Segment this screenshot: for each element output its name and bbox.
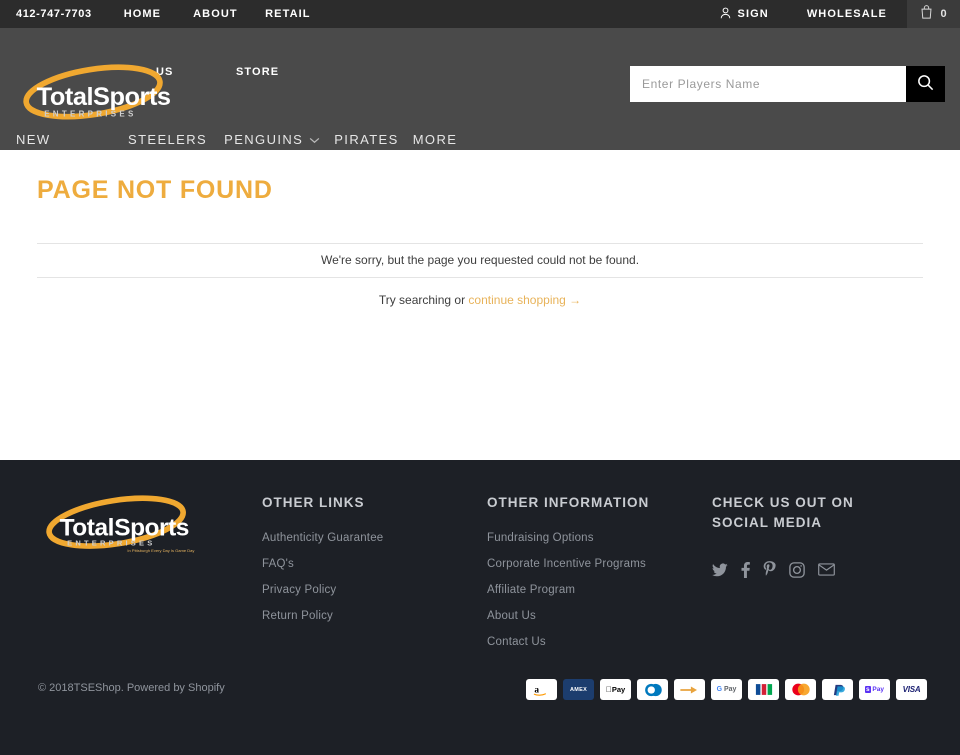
instagram-icon[interactable] [789, 561, 805, 578]
store-name-link[interactable]: TSEShop [74, 682, 121, 694]
sign-in-label: SIGN [737, 8, 769, 20]
footer-column-social: CHECK US OUT ON SOCIAL MEDIA [712, 493, 912, 578]
search-submit-button[interactable] [906, 66, 945, 102]
divider-top [37, 243, 923, 244]
footer-link-corporate-incentive-programs[interactable]: Corporate Incentive Programs [487, 558, 702, 570]
cart-count: 0 [940, 8, 947, 20]
svg-text:Total: Total [60, 514, 114, 541]
top-bar-right-links: SIGN WHOLESALE 0 [720, 0, 960, 28]
payment-icon-amazon: a [526, 679, 557, 700]
pinterest-icon[interactable] [763, 561, 776, 578]
footer-column-other-links: OTHER LINKS Authenticity Guarantee FAQ's… [262, 493, 462, 636]
cart-button[interactable]: 0 [907, 0, 960, 28]
payment-icon-discover [674, 679, 705, 700]
phone-number: 412-747-7703 [16, 8, 92, 20]
shopify-link[interactable]: Shopify [188, 682, 225, 694]
twitter-icon[interactable] [712, 563, 728, 577]
facebook-icon[interactable] [741, 561, 750, 578]
try-searching-text: Try searching or [378, 293, 469, 307]
nav-item-penguins[interactable]: PENGUINS [224, 132, 303, 148]
footer-link-privacy-policy[interactable]: Privacy Policy [262, 584, 462, 596]
main-content: PAGE NOT FOUND We're sorry, but the page… [0, 150, 960, 502]
payment-icon-visa: VISA [896, 679, 927, 700]
email-icon[interactable] [818, 563, 835, 576]
site-header: US STORE Total Sports ENTERPRISES NEW SI… [0, 28, 960, 163]
copyright-suffix: . Powered by [120, 682, 188, 694]
payment-icon-google-pay: G Pay [711, 679, 742, 700]
site-logo[interactable]: Total Sports ENTERPRISES [14, 60, 174, 122]
divider-bottom [37, 277, 923, 278]
footer-logo[interactable]: Total Sports ENTERPRISES In Pittsburgh E… [37, 492, 199, 556]
nav-item-steelers[interactable]: STEELERS [128, 132, 207, 148]
svg-text:In Pittsburgh Every Day Is Gam: In Pittsburgh Every Day Is Game Day [127, 548, 194, 553]
footer-social-title: CHECK US OUT ON SOCIAL MEDIA [712, 495, 854, 530]
search-input[interactable] [630, 66, 906, 102]
footer-link-return-policy[interactable]: Return Policy [262, 610, 462, 622]
user-icon [720, 7, 731, 22]
top-link-home[interactable]: HOME [124, 0, 161, 29]
top-bar-left-links: 412-747-7703 HOME ABOUT RETAIL [16, 0, 335, 28]
try-searching-line: Try searching or continue shopping → [0, 293, 960, 307]
footer-link-about-us[interactable]: About Us [487, 610, 702, 622]
payment-icon-mastercard [785, 679, 816, 700]
footer-link-fundraising-options[interactable]: Fundraising Options [487, 532, 702, 544]
header-search [630, 66, 945, 102]
payment-icon-amex: AMEX [563, 679, 594, 700]
footer-column-title: OTHER LINKS [262, 495, 365, 510]
search-icon [917, 74, 934, 94]
page-title: PAGE NOT FOUND [37, 176, 273, 204]
sign-in-link[interactable]: SIGN [720, 7, 769, 22]
continue-shopping-link[interactable]: continue shopping → [468, 293, 581, 307]
footer-link-faqs[interactable]: FAQ's [262, 558, 462, 570]
payment-icon-paypal [822, 679, 853, 700]
svg-text:ENTERPRISES: ENTERPRISES [44, 109, 136, 118]
nav-item-pirates[interactable]: PIRATES [334, 132, 398, 148]
copyright-text: © 2018TSEShop. Powered by Shopify [38, 682, 225, 694]
payment-methods-row: a AMEX Pay G Pay s Pay VISA [526, 679, 927, 700]
svg-text:Total: Total [37, 83, 93, 111]
shopping-bag-icon [920, 4, 933, 24]
footer-link-authenticity-guarantee[interactable]: Authenticity Guarantee [262, 532, 462, 544]
site-footer: Total Sports ENTERPRISES In Pittsburgh E… [0, 460, 960, 755]
payment-icon-shop-pay: s Pay [859, 679, 890, 700]
payment-icon-diners-club [637, 679, 668, 700]
top-link-retail-store[interactable]: RETAIL [265, 0, 335, 29]
error-message: We're sorry, but the page you requested … [320, 253, 640, 267]
footer-logo-graphic: Total Sports ENTERPRISES In Pittsburgh E… [46, 495, 194, 553]
svg-text:Sports: Sports [114, 514, 189, 541]
social-icon-row [712, 561, 912, 578]
top-link-retail-store-line2[interactable]: STORE [236, 66, 279, 78]
logo-graphic: Total Sports ENTERPRISES [23, 64, 171, 120]
svg-text:ENTERPRISES: ENTERPRISES [67, 539, 155, 548]
footer-link-contact-us[interactable]: Contact Us [487, 636, 702, 648]
footer-column-title: OTHER INFORMATION [487, 495, 650, 510]
copyright-year: © 2018 [38, 682, 74, 694]
svg-text:Sports: Sports [93, 83, 171, 111]
footer-column-other-information: OTHER INFORMATION Fundraising Options Co… [487, 493, 702, 662]
utility-top-bar: 412-747-7703 HOME ABOUT RETAIL SIGN WHOL… [0, 0, 960, 28]
chevron-down-icon[interactable] [309, 132, 320, 148]
payment-icon-apple-pay: Pay [600, 679, 631, 700]
wholesale-link[interactable]: WHOLESALE [807, 8, 887, 20]
footer-link-affiliate-program[interactable]: Affiliate Program [487, 584, 702, 596]
payment-icon-jcb [748, 679, 779, 700]
top-link-about-us[interactable]: ABOUT [193, 0, 265, 29]
